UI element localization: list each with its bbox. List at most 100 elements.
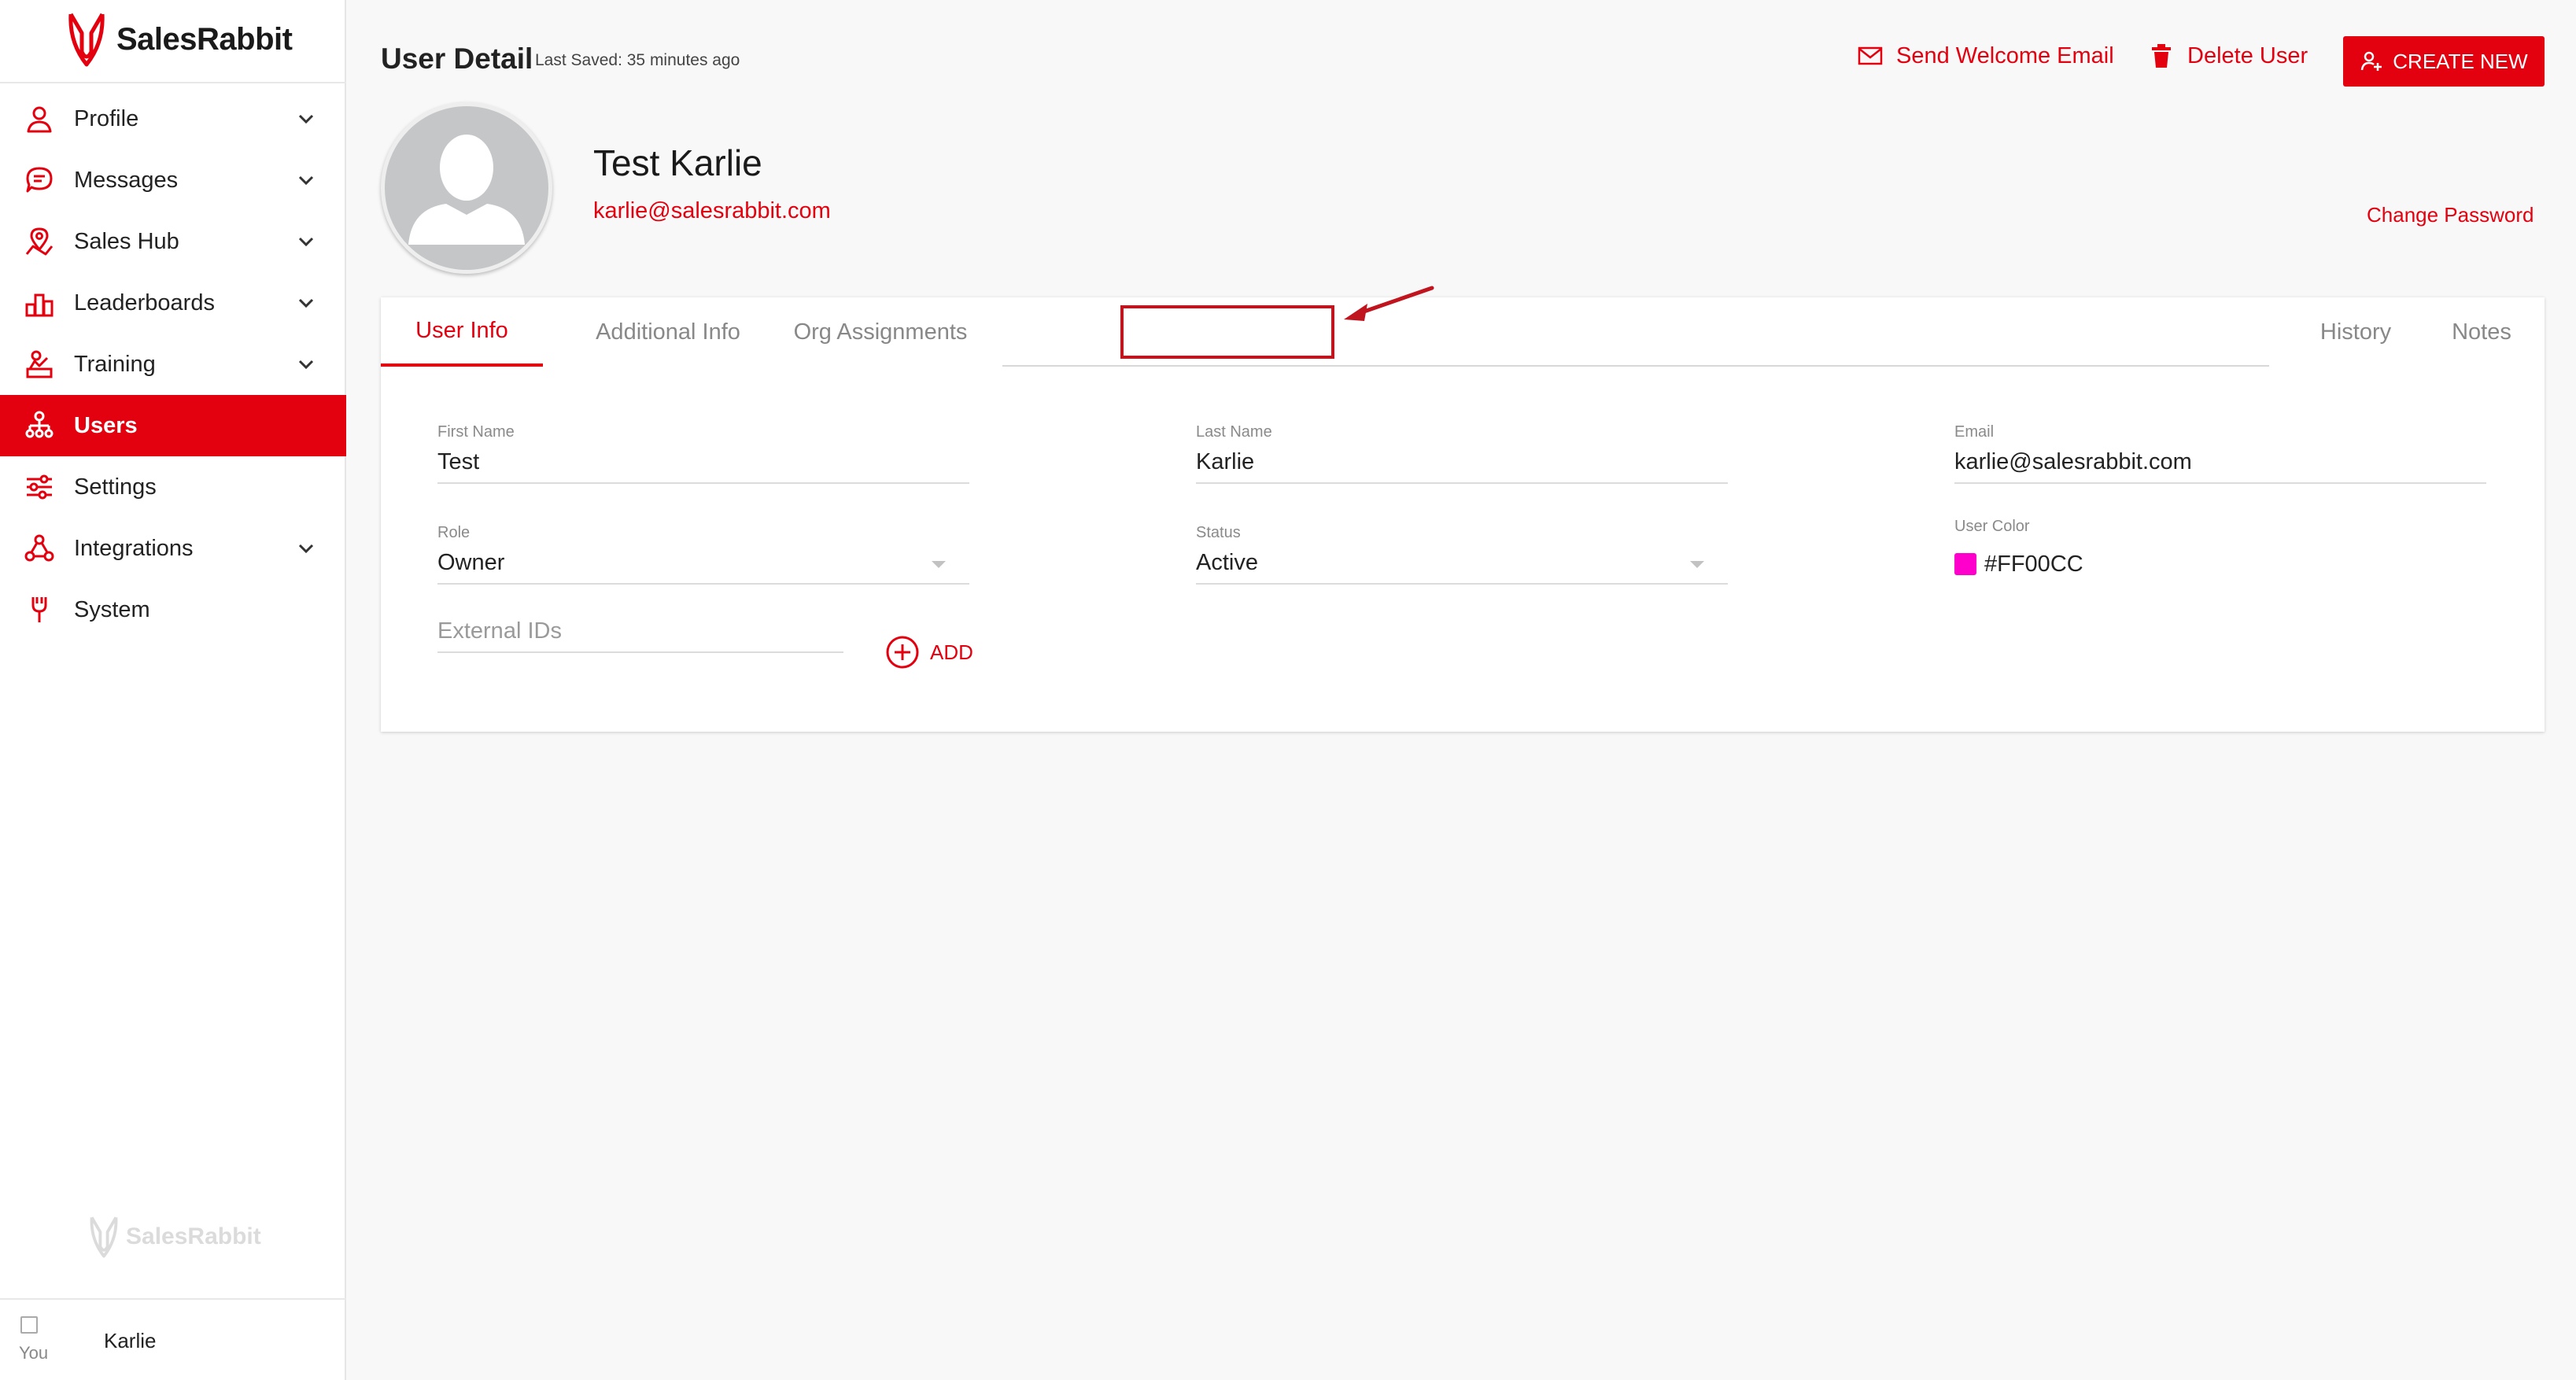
sidebar: SalesRabbit Profile Messages Sales Hub L… bbox=[0, 0, 346, 1380]
sidebar-item-integrations[interactable]: Integrations bbox=[0, 518, 346, 579]
first-name-label: First Name bbox=[437, 423, 515, 441]
sidebar-item-settings[interactable]: Settings bbox=[0, 456, 346, 518]
role-dropdown[interactable]: Owner bbox=[437, 550, 969, 585]
training-icon bbox=[22, 347, 57, 382]
current-user[interactable]: You Karlie bbox=[19, 1301, 341, 1380]
add-user-icon bbox=[2361, 51, 2382, 71]
trash-icon bbox=[2152, 44, 2171, 68]
map-pin-icon bbox=[22, 224, 57, 259]
user-detail-card: User Info Additional Info Org Assignment… bbox=[381, 297, 2545, 732]
email-input[interactable]: karlie@salesrabbit.com bbox=[1954, 449, 2486, 484]
users-tree-icon bbox=[22, 408, 57, 443]
tabs-underline bbox=[1002, 365, 2269, 367]
sidebar-item-sales-hub[interactable]: Sales Hub bbox=[0, 211, 346, 272]
chevron-down-icon bbox=[298, 360, 314, 370]
caret-down-icon bbox=[1690, 561, 1704, 568]
sliders-icon bbox=[22, 470, 57, 504]
profile-avatar[interactable] bbox=[381, 102, 552, 274]
user-color-picker[interactable]: #FF00CC bbox=[1954, 550, 2348, 585]
brand-logo[interactable]: SalesRabbit bbox=[66, 11, 293, 68]
profile-name: Test Karlie bbox=[593, 142, 762, 183]
sidebar-item-label: Profile bbox=[74, 105, 139, 131]
chevron-down-icon bbox=[298, 175, 314, 186]
sidebar-item-system[interactable]: System bbox=[0, 579, 346, 640]
add-external-id-button[interactable]: ADD bbox=[884, 634, 973, 670]
last-saved: Last Saved: 35 minutes ago bbox=[535, 51, 740, 70]
footer-brand-name: SalesRabbit bbox=[126, 1223, 261, 1249]
add-label: ADD bbox=[930, 640, 973, 664]
tab-history[interactable]: History bbox=[2293, 297, 2419, 367]
first-name-input[interactable]: Test bbox=[437, 449, 969, 484]
email-label: Email bbox=[1954, 423, 1995, 441]
sidebar-item-training[interactable]: Training bbox=[0, 334, 346, 395]
sidebar-item-label: Training bbox=[74, 351, 156, 377]
footer-brand-logo: SalesRabbit bbox=[88, 1215, 261, 1259]
delete-user-label: Delete User bbox=[2187, 42, 2308, 68]
divider bbox=[0, 1298, 346, 1300]
annotation-arrow-icon bbox=[1344, 286, 1434, 321]
user-color-field[interactable]: User Color #FF00CC bbox=[1954, 518, 2348, 585]
external-ids-field[interactable]: External IDs bbox=[437, 618, 843, 653]
system-icon bbox=[22, 592, 57, 627]
brand-name: SalesRabbit bbox=[116, 21, 293, 57]
role-select[interactable]: Role Owner bbox=[437, 524, 969, 585]
integrations-icon bbox=[22, 531, 57, 566]
last-saved-label: Last Saved: bbox=[535, 51, 622, 69]
external-ids-input[interactable]: External IDs bbox=[437, 618, 843, 653]
create-new-button[interactable]: CREATE NEW bbox=[2343, 36, 2545, 87]
sidebar-item-users[interactable]: Users bbox=[0, 395, 346, 456]
main-content: User Detail Last Saved: 35 minutes ago S… bbox=[346, 0, 2576, 1380]
user-color-value: #FF00CC bbox=[1984, 551, 2083, 577]
role-value: Owner bbox=[437, 550, 505, 575]
tab-org-assignments[interactable]: Org Assignments bbox=[774, 297, 987, 367]
page-title: User Detail bbox=[381, 42, 533, 75]
first-name-field[interactable]: First Name Test bbox=[437, 423, 969, 484]
divider bbox=[0, 82, 346, 83]
plus-circle-icon bbox=[886, 636, 919, 669]
profile-email-link[interactable]: karlie@salesrabbit.com bbox=[593, 198, 831, 224]
envelope-icon bbox=[1858, 46, 1883, 65]
tab-notes[interactable]: Notes bbox=[2419, 297, 2545, 367]
chevron-down-icon bbox=[298, 298, 314, 308]
chevron-down-icon bbox=[298, 237, 314, 247]
status-value: Active bbox=[1196, 550, 1258, 575]
leaderboard-icon bbox=[22, 286, 57, 320]
tab-user-info[interactable]: User Info bbox=[381, 297, 543, 367]
caret-down-icon bbox=[932, 561, 946, 568]
broken-image-icon bbox=[20, 1316, 38, 1334]
status-label: Status bbox=[1196, 524, 1241, 541]
last-name-input[interactable]: Karlie bbox=[1196, 449, 1728, 484]
chevron-down-icon bbox=[298, 114, 314, 124]
sidebar-nav: Profile Messages Sales Hub Leaderboards bbox=[0, 88, 346, 640]
role-label: Role bbox=[437, 524, 471, 541]
annotation-highlight-box bbox=[1120, 305, 1334, 359]
status-select[interactable]: Status Active bbox=[1196, 524, 1728, 585]
sidebar-item-label: Integrations bbox=[74, 535, 194, 561]
email-field[interactable]: Email karlie@salesrabbit.com bbox=[1954, 423, 2486, 484]
last-saved-value: 35 minutes ago bbox=[626, 51, 740, 69]
sidebar-item-label: Settings bbox=[74, 474, 157, 500]
send-welcome-email-label: Send Welcome Email bbox=[1896, 42, 2114, 68]
sidebar-item-leaderboards[interactable]: Leaderboards bbox=[0, 272, 346, 334]
rabbit-logo-icon bbox=[90, 1216, 118, 1258]
sidebar-item-label: System bbox=[74, 596, 150, 622]
chevron-down-icon bbox=[298, 544, 314, 554]
tab-additional-info[interactable]: Additional Info bbox=[562, 297, 774, 367]
current-user-name: Karlie bbox=[104, 1328, 157, 1352]
color-swatch[interactable] bbox=[1954, 553, 1976, 575]
status-dropdown[interactable]: Active bbox=[1196, 550, 1728, 585]
delete-user-button[interactable]: Delete User bbox=[2148, 42, 2308, 69]
sidebar-item-messages[interactable]: Messages bbox=[0, 149, 346, 211]
user-color-label: User Color bbox=[1954, 518, 2030, 535]
sidebar-item-label: Sales Hub bbox=[74, 228, 179, 254]
sidebar-item-label: Messages bbox=[74, 167, 179, 193]
message-icon bbox=[22, 163, 57, 197]
sidebar-item-profile[interactable]: Profile bbox=[0, 88, 346, 149]
last-name-field[interactable]: Last Name Karlie bbox=[1196, 423, 1728, 484]
change-password-link[interactable]: Change Password bbox=[2367, 203, 2534, 227]
person-silhouette-icon bbox=[408, 135, 525, 245]
sidebar-item-label: Users bbox=[74, 412, 138, 438]
rabbit-logo-icon bbox=[68, 13, 105, 67]
send-welcome-email-button[interactable]: Send Welcome Email bbox=[1857, 42, 2114, 69]
avatar-alt-text: You bbox=[19, 1343, 49, 1363]
